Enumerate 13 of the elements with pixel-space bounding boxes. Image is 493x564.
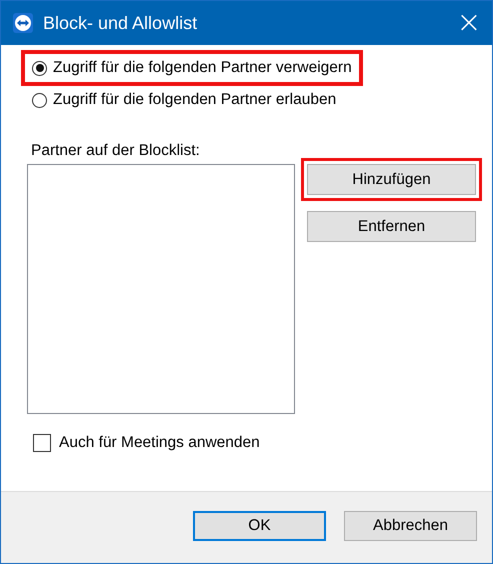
radio-button[interactable]: [32, 60, 47, 76]
dialog-button[interactable]: Abbrechen: [344, 510, 477, 540]
dialog-button[interactable]: OK: [193, 510, 326, 540]
checkbox-label: Auch für Meetings anwenden: [59, 434, 260, 452]
radio-button[interactable]: [32, 92, 47, 108]
checkbox[interactable]: [33, 434, 51, 452]
close-button[interactable]: ×: [446, 1, 492, 45]
list-button[interactable]: Hinzufügen: [307, 164, 476, 195]
list-button[interactable]: Entfernen: [307, 211, 476, 242]
list-label: Partner auf der Blocklist:: [31, 142, 201, 160]
app-logo-icon: [13, 13, 33, 33]
window-title: Block- und Allowlist: [43, 12, 198, 34]
meetings-option[interactable]: Auch für Meetings anwenden: [33, 434, 482, 452]
